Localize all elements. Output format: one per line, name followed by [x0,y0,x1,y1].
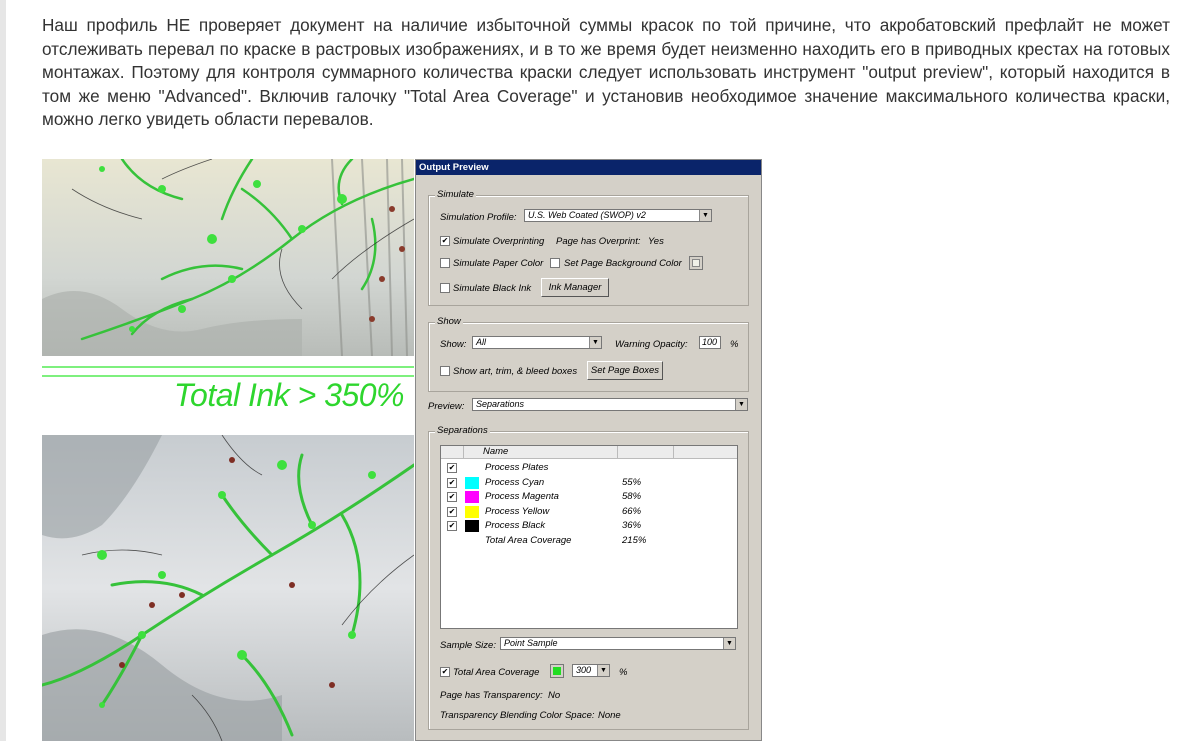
name-column-header[interactable]: Name [483,446,508,458]
chevron-down-icon[interactable]: ▼ [735,399,747,410]
dialog-title: Output Preview [416,160,761,175]
simulate-black-ink-label: Simulate Black Ink [453,283,532,294]
tree-photo-top [42,159,414,356]
page-transparency-label: Page has Transparency: [440,690,543,701]
simulate-paper-color-checkbox[interactable] [440,258,450,268]
article-paragraph: Наш профиль НЕ проверяет документ на нал… [42,15,1170,129]
chevron-down-icon[interactable]: ▼ [589,337,601,348]
separation-checkbox[interactable]: ✔ [447,492,457,502]
sample-size-select[interactable]: Point Sample ▼ [500,637,736,650]
page-background-color-swatch[interactable] [689,256,703,270]
separation-row[interactable]: ✔ Process Black 36% [441,519,737,533]
separation-percent: 215% [622,534,647,546]
simulate-overprinting-label: Simulate Overprinting [453,236,545,247]
separation-checkbox[interactable]: ✔ [447,463,457,473]
total-area-coverage-label: Total Area Coverage [453,667,540,678]
separation-percent: 36% [622,520,642,531]
preview-label: Preview: [428,401,465,412]
sample-size-label: Sample Size: [440,640,496,651]
separation-name: Process Magenta [485,491,559,502]
page-overprint-value: Yes [648,236,664,247]
warning-opacity-label: Warning Opacity: [615,339,688,350]
page-background-color-checkbox[interactable] [550,258,560,268]
show-group-title: Show [435,316,463,327]
blending-color-space-label: Transparency Blending Color Space: [440,710,595,721]
total-area-coverage-checkbox[interactable]: ✔ [440,667,450,677]
simulate-black-ink-checkbox[interactable] [440,283,450,293]
show-group: Show [428,316,749,392]
simulation-profile-select[interactable]: U.S. Web Coated (SWOP) v2 ▼ [524,209,712,222]
set-page-boxes-button[interactable]: Set Page Boxes [587,361,663,380]
separations-list[interactable]: Name ✔ Process Plates ✔ Process Cyan 55% ✔ Pro… [440,445,738,629]
output-preview-figure: Total Ink > 350% Output Preview Simulate… [42,159,762,741]
chevron-down-icon[interactable]: ▼ [723,638,735,649]
simulate-overprinting-checkbox[interactable]: ✔ [440,236,450,246]
total-area-coverage-color-swatch[interactable] [550,664,564,678]
show-value: All [476,337,487,347]
total-area-coverage-value: 300 [576,665,592,675]
separation-name: Process Cyan [485,476,545,488]
separation-color-swatch [465,505,479,518]
total-area-coverage-unit: % [619,667,628,678]
show-select[interactable]: All ▼ [472,336,602,349]
simulate-paper-color-label: Simulate Paper Color [453,258,544,269]
separation-color-swatch [465,520,479,532]
separation-checkbox[interactable]: ✔ [447,477,457,488]
separation-percent: 66% [622,505,642,517]
separation-name: Total Area Coverage [485,534,572,546]
page-left-edge [0,0,6,741]
ink-manager-button[interactable]: Ink Manager [541,278,609,297]
separation-percent: 58% [622,491,642,502]
page-transparency-value: No [548,690,561,701]
tree-photo-bottom [42,435,414,741]
separation-row[interactable]: Total Area Coverage 215% [441,534,737,548]
separation-row[interactable]: ✔ Process Plates [441,461,737,475]
separation-row[interactable]: ✔ Process Yellow 66% [441,505,737,519]
blending-color-space-value: None [598,710,621,721]
simulation-profile-value: U.S. Web Coated (SWOP) v2 [528,210,646,220]
guide-line [42,366,414,368]
separation-color-swatch [465,476,479,489]
total-ink-label: Total Ink > 350% [173,377,405,413]
separation-color-swatch [465,491,479,503]
warning-opacity-unit: % [730,339,739,350]
separation-checkbox[interactable]: ✔ [447,506,457,517]
separation-checkbox[interactable]: ✔ [447,521,457,531]
chevron-down-icon[interactable]: ▼ [597,665,609,676]
preview-value: Separations [476,399,525,409]
simulation-profile-label: Simulation Profile: [440,212,517,223]
show-boxes-checkbox[interactable] [440,366,450,376]
chevron-down-icon[interactable]: ▼ [699,210,711,221]
simulate-group-title: Simulate [435,189,476,200]
preview-select[interactable]: Separations ▼ [472,398,748,411]
separation-row[interactable]: ✔ Process Magenta 58% [441,490,737,504]
sample-size-value: Point Sample [504,638,558,648]
separation-name: Process Plates [485,462,549,473]
separation-name: Process Yellow [485,505,550,517]
total-area-coverage-select[interactable]: 300 ▼ [572,664,610,677]
output-preview-dialog: Output Preview Simulate Simulation Profi… [415,159,762,741]
separations-group-title: Separations [435,425,490,436]
separation-row[interactable]: ✔ Process Cyan 55% [441,476,737,490]
separations-list-header: Name [441,446,737,459]
separation-name: Process Black [485,520,546,531]
show-boxes-label: Show art, trim, & bleed boxes [453,366,578,377]
page-overprint-label: Page has Overprint: [556,236,641,247]
warning-opacity-input[interactable]: 100 [699,336,721,349]
page-background-color-label: Set Page Background Color [564,258,682,269]
separation-percent: 55% [622,476,642,488]
show-label: Show: [440,339,467,350]
